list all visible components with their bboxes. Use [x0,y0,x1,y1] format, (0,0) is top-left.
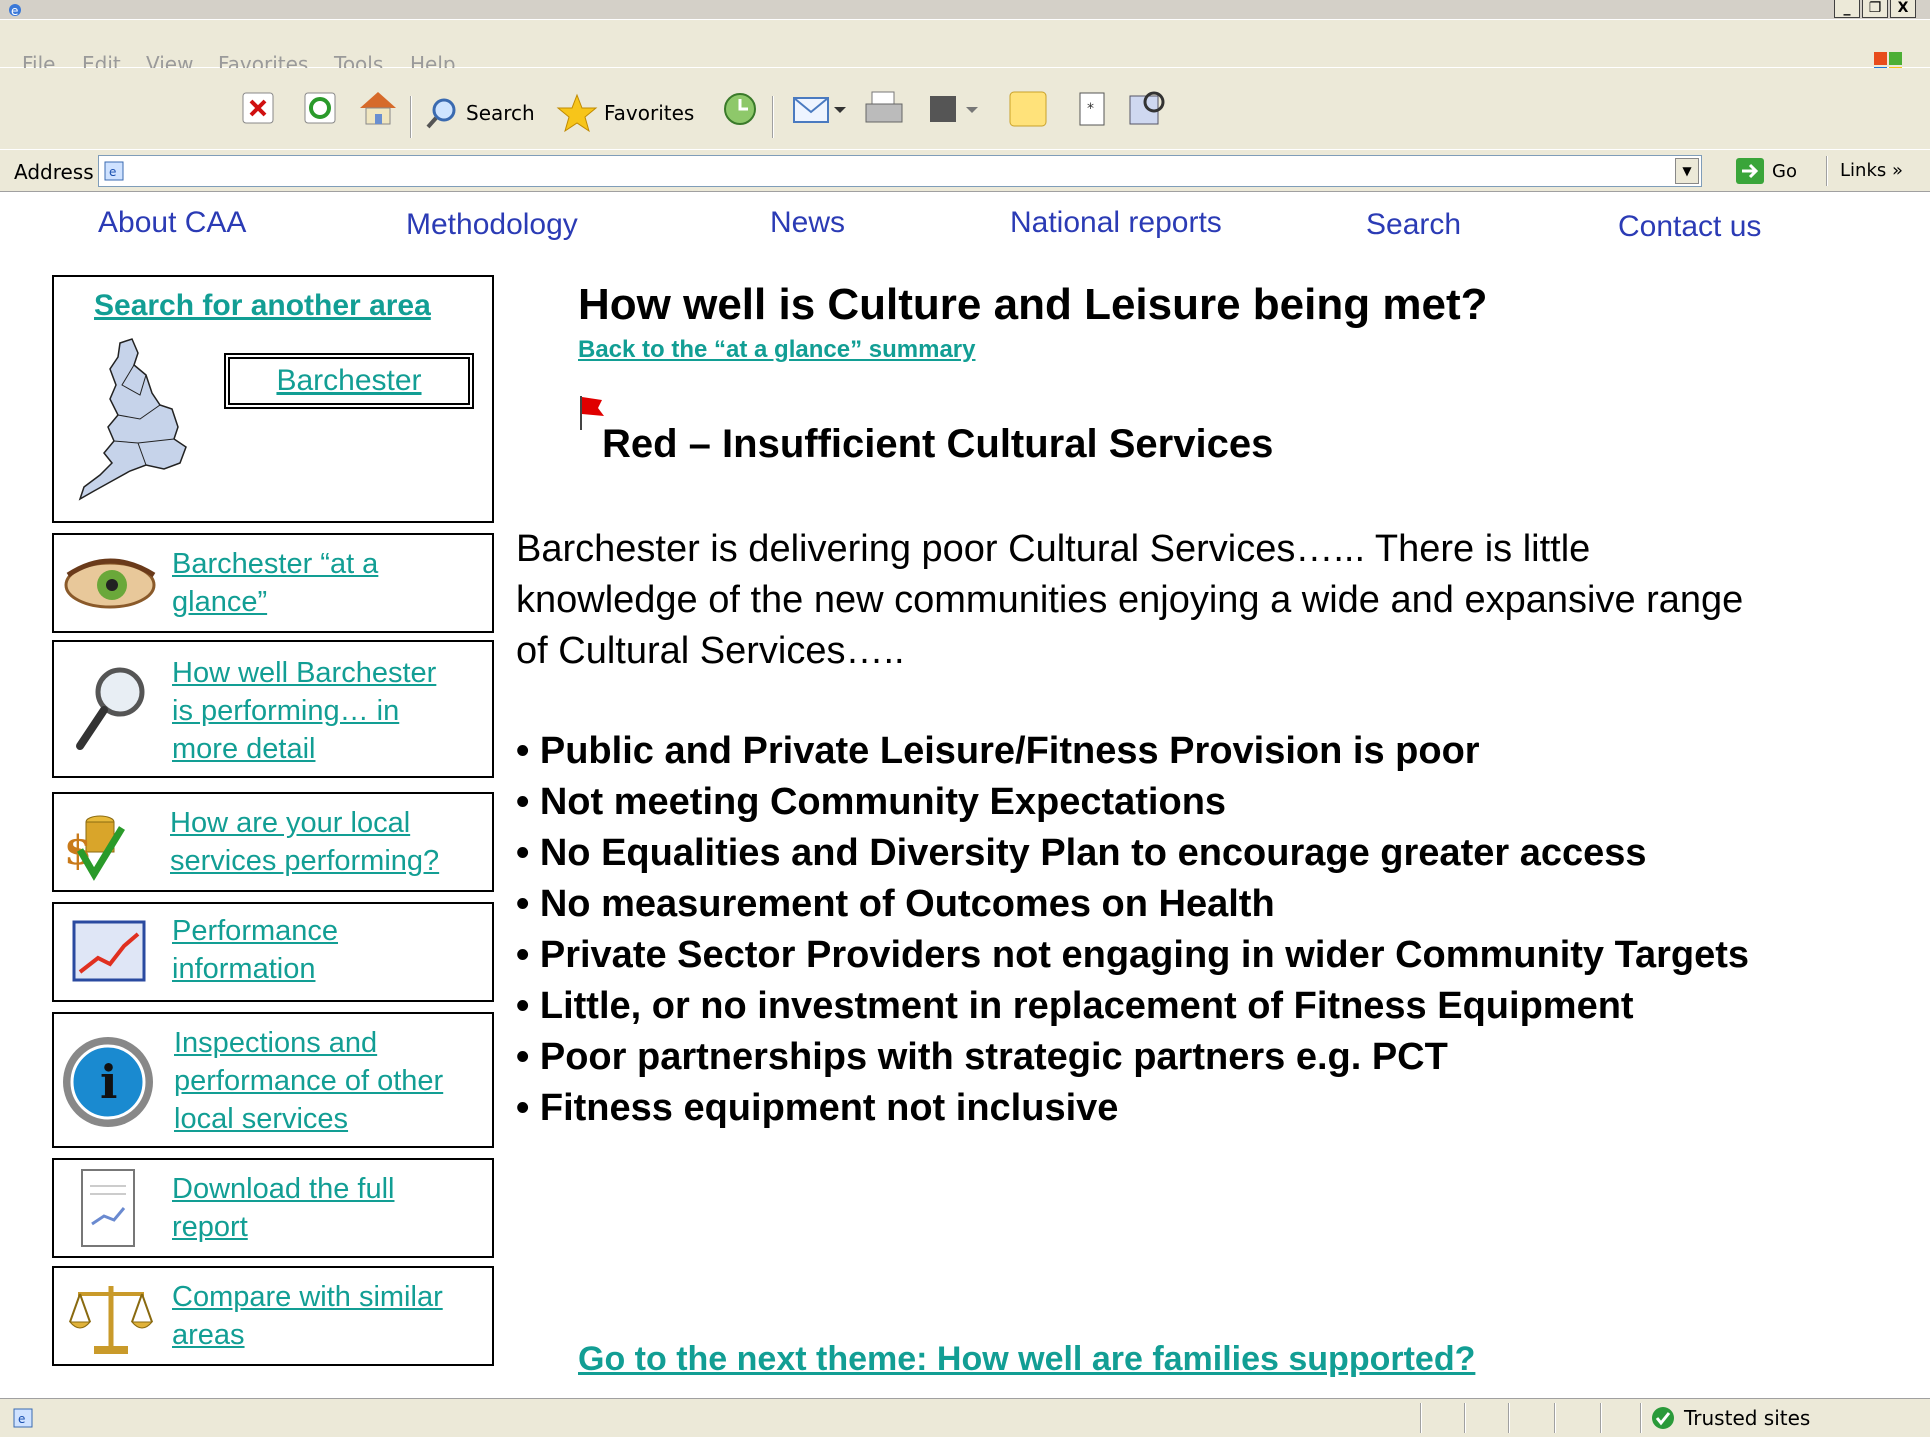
area-search-panel: Search for another area Barchester [52,275,494,523]
scales-icon [68,1286,154,1354]
coins-check-icon: $ [64,815,125,881]
ie-logo-icon: e [9,4,21,18]
list-item: • No Equalities and Diversity Plan to en… [516,832,1647,874]
address-label: Address [14,160,94,184]
svg-text:*: * [1087,101,1094,117]
go-arrow-icon [1736,158,1764,184]
address-input[interactable]: e ▼ [98,155,1702,187]
nav-methodology[interactable]: Methodology [406,208,578,242]
search-icon [426,98,456,129]
sidebar-link-performance-info[interactable]: Performance information [172,912,338,988]
sidebar-item-compare[interactable]: Compare with similar areas [52,1266,494,1366]
print-icon[interactable] [862,88,906,130]
svg-text:e: e [109,165,116,179]
trusted-check-icon [1652,1407,1674,1429]
next-theme-link[interactable]: Go to the next theme: How well are famil… [578,1340,1475,1379]
refresh-icon[interactable] [302,90,338,126]
sidebar-item-inspections[interactable]: i Inspections and performance of other loc… [52,1012,494,1148]
svg-text:e: e [18,1412,25,1426]
menu-bar: File Edit View Favorites Tools Help [0,20,1930,80]
area-name-box[interactable]: Barchester [224,353,474,409]
svg-text:e: e [11,4,18,18]
sidebar-item-more-detail[interactable]: How well Barchester is performing… in more… [52,640,494,778]
history-icon[interactable] [720,90,760,128]
list-item: • No measurement of Outcomes on Health [516,883,1275,925]
stop-icon[interactable] [240,90,276,126]
close-button[interactable]: X [1890,0,1916,18]
back-to-summary-link[interactable]: Back to the “at a glance” summary [578,336,975,364]
address-bar: Address e ▼ Go Links » [0,150,1930,192]
sidebar-link-download-report[interactable]: Download the full report [172,1170,394,1246]
sidebar-link-at-a-glance[interactable]: Barchester “at a glance” [172,545,378,621]
security-zone[interactable]: Trusted sites [1650,1405,1810,1431]
area-name-link[interactable]: Barchester [276,364,421,398]
minimize-button[interactable]: _ [1834,0,1860,18]
sidebar-item-local-services[interactable]: $ How are your local services performing? [52,792,494,892]
list-item: • Little, or no investment in replacemen… [516,985,1634,1027]
document-icon [81,1169,135,1247]
edit-icon[interactable] [926,92,982,126]
nav-search[interactable]: Search [1366,208,1461,242]
star-icon [556,93,598,133]
england-map-icon [78,338,187,501]
sidebar-item-performance-info[interactable]: Performance information [52,902,494,1002]
chart-icon [72,920,146,982]
nav-news[interactable]: News [770,206,845,240]
sidebar-item-download-report[interactable]: Download the full report [52,1158,494,1258]
sidebar-link-inspections[interactable]: Inspections and performance of other local… [174,1024,443,1138]
list-item: • Poor partnerships with strategic partn… [516,1036,1448,1078]
title-bar: e _ ❐ X [0,0,1930,20]
notes-icon[interactable] [1006,88,1050,130]
findings-list: • Public and Private Leisure/Fitness Pro… [516,726,1749,1134]
page-status-icon: e [13,1408,33,1428]
eye-icon [64,558,156,609]
go-button[interactable]: Go [1734,156,1797,186]
messenger-icon[interactable]: * [1074,90,1110,128]
address-dropdown-button[interactable]: ▼ [1675,158,1699,184]
toolbar: Search Favorites * [0,68,1930,150]
rating-heading: Red – Insufficient Cultural Services [602,422,1274,466]
magnifier-icon [76,667,145,750]
links-button[interactable]: Links » [1840,160,1903,181]
nav-contact-us[interactable]: Contact us [1618,210,1761,244]
sidebar-item-at-a-glance[interactable]: Barchester “at a glance” [52,533,494,633]
list-item: • Private Sector Providers not engaging … [516,934,1750,976]
nav-national-reports[interactable]: National reports [1010,206,1222,240]
search-another-area-link[interactable]: Search for another area [94,289,431,323]
page-icon: e [104,161,124,181]
info-icon: i [63,1037,153,1127]
page-title: How well is Culture and Leisure being me… [578,280,1488,329]
list-item: • Fitness equipment not inclusive [516,1087,1119,1129]
nav-about-caa[interactable]: About CAA [98,206,246,240]
restore-button[interactable]: ❐ [1862,0,1888,18]
list-item: • Not meeting Community Expectations [516,781,1227,823]
sidebar-link-more-detail[interactable]: How well Barchester is performing… in more… [172,654,436,768]
summary-paragraph: Barchester is delivering poor Cultural S… [516,528,1744,672]
research-icon[interactable] [1126,88,1170,128]
favorites-button[interactable]: Favorites [556,90,694,136]
sidebar-link-local-services[interactable]: How are your local services performing? [170,804,439,880]
search-button[interactable]: Search [424,90,535,136]
status-bar: e Trusted sites [0,1398,1930,1437]
home-icon[interactable] [356,86,400,128]
svg-text:i: i [100,1055,117,1109]
list-item: • Public and Private Leisure/Fitness Pro… [516,730,1480,772]
mail-icon[interactable] [790,90,850,128]
sidebar-link-compare[interactable]: Compare with similar areas [172,1278,443,1354]
